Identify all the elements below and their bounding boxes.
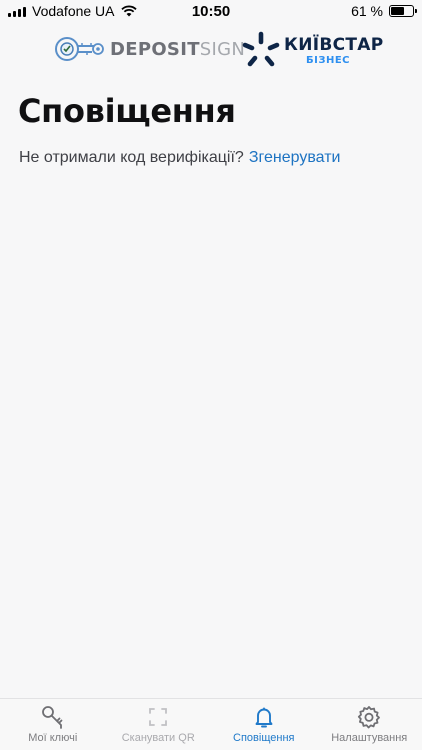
- tab-label: Сповіщення: [233, 732, 295, 744]
- tab-label: Сканувати QR: [121, 732, 195, 744]
- kyivstar-star-icon: [242, 31, 280, 67]
- scan-qr-icon: [149, 708, 168, 726]
- verification-question: Не отримали код верифікації?: [19, 149, 244, 166]
- kyivstar-subtitle: БІЗНЕС: [306, 55, 350, 66]
- tab-settings[interactable]: Налаштування: [317, 699, 422, 750]
- tab-notifications[interactable]: Сповіщення: [211, 699, 317, 750]
- page-title: Сповіщення: [18, 92, 236, 130]
- depositsign-emblem-icon: [55, 37, 104, 61]
- battery-percent: 61 %: [351, 3, 383, 19]
- key-icon: [41, 706, 63, 729]
- kyivstar-business-logo: КИЇВСТАР БІЗНЕС: [240, 30, 384, 72]
- kyivstar-wordmark: КИЇВСТАР БІЗНЕС: [284, 35, 384, 67]
- battery-icon: [389, 5, 417, 17]
- partner-logos: DEPOSITSIGN КИЇВСТАР БІЗНЕС: [0, 30, 422, 72]
- notifications-screen: Vodafone UA 10:50 61 % DEPOSITSIGN КИЇВС…: [0, 0, 422, 750]
- kyivstar-name: КИЇВСТАР: [284, 35, 384, 55]
- verification-prompt: Не отримали код верифікації? Згенерувати: [19, 149, 340, 167]
- gear-icon: [358, 706, 381, 729]
- depositsign-logo: DEPOSITSIGN: [54, 36, 245, 62]
- tab-label: Налаштування: [331, 732, 408, 744]
- tab-my-keys[interactable]: Мої ключі: [0, 699, 106, 750]
- tab-bar: Мої ключі Сканувати QR Сповіщення Налашт…: [0, 698, 422, 750]
- depositsign-wordmark: DEPOSITSIGN: [110, 38, 246, 60]
- bell-icon: [255, 707, 273, 728]
- status-bar: Vodafone UA 10:50 61 %: [0, 0, 422, 22]
- tab-scan-qr[interactable]: Сканувати QR: [106, 699, 212, 750]
- generate-code-link[interactable]: Згенерувати: [249, 149, 341, 166]
- battery-level: [391, 7, 404, 15]
- status-right: 61 %: [351, 3, 417, 19]
- tab-label: Мої ключі: [28, 732, 78, 744]
